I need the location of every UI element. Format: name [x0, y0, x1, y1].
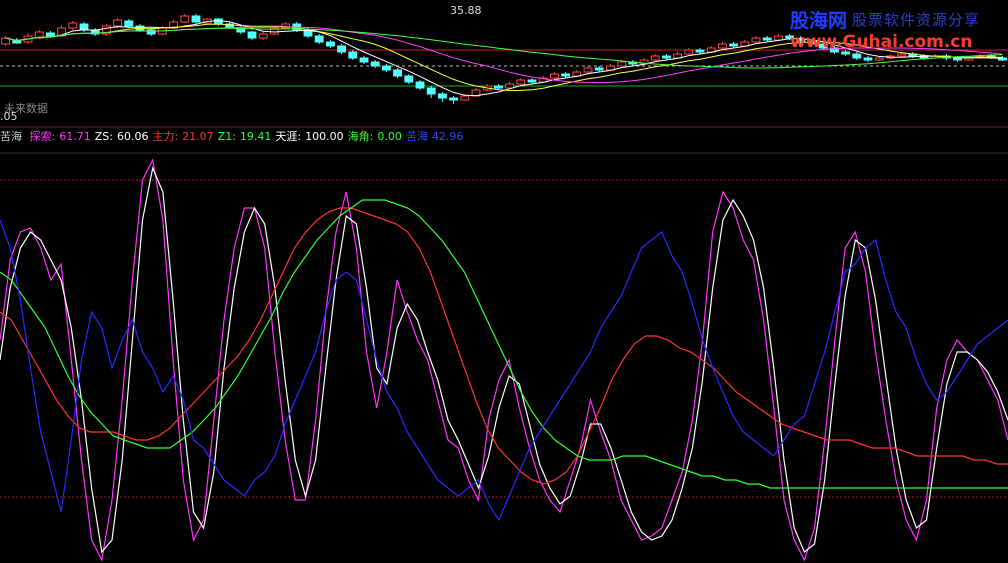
candle-body: [751, 37, 761, 43]
candle-body: [717, 43, 727, 49]
candle-body: [359, 57, 369, 63]
candle-body: [258, 33, 268, 39]
candle-body: [325, 41, 335, 47]
candle-body: [404, 75, 414, 83]
candle-body: [505, 83, 515, 89]
candle-body: [45, 32, 55, 37]
candle-body: [561, 73, 571, 77]
candle-body: [493, 85, 503, 89]
candle-body: [617, 61, 627, 67]
candle-body: [874, 57, 884, 61]
candle-body: [348, 51, 358, 59]
candle-body: [113, 19, 123, 27]
candle-body: [516, 79, 526, 85]
candle-body: [191, 15, 201, 23]
indicator-field-value: 61.71: [59, 130, 91, 143]
candle-body: [415, 81, 425, 89]
candle-body: [762, 37, 772, 41]
candle-body: [449, 97, 459, 101]
indicator-panel: [0, 158, 1008, 562]
watermark-tagline: 股票软件资源分享: [852, 11, 981, 29]
future-data-label: 未来数据: [4, 102, 48, 115]
indicator-series-line: [0, 165, 1008, 554]
candle-body: [527, 79, 537, 83]
candle-body: [650, 55, 660, 61]
indicator-field-value: 19.41: [239, 130, 272, 143]
candle-body: [426, 87, 436, 95]
candle-body: [393, 69, 403, 77]
watermark: 股海网 股票软件资源分享 www.Guhai.com.cn: [780, 6, 1002, 56]
indicator-field-label: 海角:: [347, 130, 374, 143]
indicator-field-label: 探索:: [29, 130, 56, 143]
candle-body: [79, 23, 89, 31]
chart-canvas: [0, 14, 1008, 562]
candle-body: [247, 31, 257, 39]
candle-body: [68, 22, 78, 29]
candle-body: [437, 93, 447, 99]
candle-body: [180, 15, 190, 23]
candle-body: [370, 61, 380, 67]
candle-body: [337, 45, 347, 53]
candle-body: [684, 49, 694, 55]
candle-body: [381, 65, 391, 71]
watermark-url: www.Guhai.com.cn: [790, 32, 973, 52]
indicator-header: 苦海 探索: 61.71 ZS: 60.06 主力: 21.07 Z1: 19.41 天涯: 10…: [0, 128, 471, 144]
indicator-field-label: 苦海: [405, 130, 428, 143]
indicator-field-label: 主力:: [152, 130, 179, 143]
indicator-series-line: [0, 199, 1008, 489]
indicator-series-line: [0, 207, 1008, 485]
candle-body: [124, 20, 134, 27]
indicator-series-line: [0, 158, 1008, 562]
candle-body: [661, 55, 671, 59]
candle-body: [314, 35, 324, 43]
candle-body: [729, 43, 739, 47]
indicator-field-label: ZS:: [94, 130, 113, 143]
indicator-field-value: 100.00: [305, 130, 344, 143]
price-high-label: 35.88: [450, 4, 482, 17]
candle-body: [213, 18, 223, 25]
candle-body: [695, 49, 705, 53]
indicator-field-value: 60.06: [116, 130, 149, 143]
indicator-field-label: 天涯:: [275, 130, 302, 143]
candle-body: [583, 67, 593, 73]
indicator-name: 苦海: [0, 130, 22, 143]
indicator-field-value: 0.00: [377, 130, 402, 143]
candle-body: [549, 73, 559, 79]
candle-body: [863, 57, 873, 61]
candle-body: [460, 95, 470, 101]
watermark-brand: 股海网: [790, 10, 848, 32]
indicator-field-label: Z1:: [217, 130, 236, 143]
candle-body: [953, 57, 963, 61]
candle-body: [594, 67, 604, 71]
indicator-field-value: 21.07: [182, 130, 214, 143]
indicator-field-value: 42.96: [431, 130, 464, 143]
